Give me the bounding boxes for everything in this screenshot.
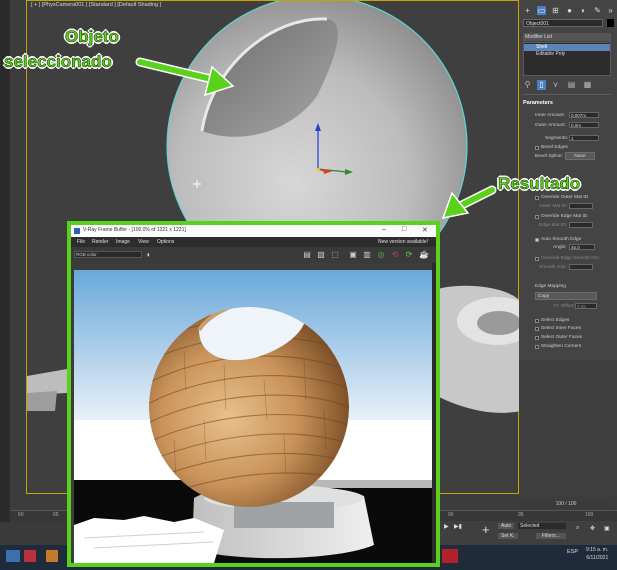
close-icon[interactable]: ✕ xyxy=(422,226,428,234)
follow-mouse-icon[interactable]: ◎ xyxy=(377,250,385,259)
region-render-icon[interactable]: ⬚ xyxy=(331,250,339,259)
minimize-icon[interactable]: – xyxy=(382,226,386,233)
vfb-menu-bar: File Render Image View Options New versi… xyxy=(71,237,436,247)
annotation-objeto: Objeto xyxy=(65,27,119,47)
render-canvas xyxy=(74,270,432,563)
arrow-to-result-icon xyxy=(441,185,497,219)
color-mode-icon[interactable]: ◐ xyxy=(145,250,153,259)
channel-dropdown[interactable]: RGB color xyxy=(74,251,142,258)
menu-options[interactable]: Options xyxy=(157,239,174,245)
teapot-icon[interactable]: ☕ xyxy=(419,250,429,259)
new-version-notice[interactable]: New version available! xyxy=(378,239,428,245)
menu-file[interactable]: File xyxy=(77,239,85,245)
menu-view[interactable]: View xyxy=(138,239,149,245)
vfb-title-bar[interactable]: V-Ray Frame Buffer - [100.0% of 1221 x 1… xyxy=(71,225,436,237)
vray-frame-buffer-window[interactable]: V-Ray Frame Buffer - [100.0% of 1221 x 1… xyxy=(67,221,440,567)
vray-logo-icon xyxy=(74,228,80,234)
stop-render-icon[interactable]: ⟲ xyxy=(391,250,399,259)
menu-image[interactable]: Image xyxy=(116,239,130,245)
save-icon[interactable]: ▤ xyxy=(303,250,311,259)
history-icon[interactable]: ▥ xyxy=(363,250,371,259)
arrow-to-object-icon xyxy=(135,57,235,97)
vfb-scrollbar[interactable] xyxy=(432,263,436,563)
clear-icon[interactable]: ▧ xyxy=(317,250,325,259)
menu-render[interactable]: Render xyxy=(92,239,108,245)
vfb-title: V-Ray Frame Buffer - [100.0% of 1221 x 1… xyxy=(83,227,186,233)
annotation-seleccionado: seleccionado xyxy=(4,52,112,72)
render-icon[interactable]: ⟳ xyxy=(405,250,413,259)
vfb-toolbar: RGB color ◐ ▤ ▧ ⬚ ▣ ▥ ◎ ⟲ ⟳ ☕ xyxy=(71,247,436,263)
compare-icon[interactable]: ▣ xyxy=(349,250,357,259)
rendered-image xyxy=(74,270,432,563)
annotation-resultado: Resultado xyxy=(498,174,581,194)
maximize-icon[interactable]: □ xyxy=(402,226,406,233)
